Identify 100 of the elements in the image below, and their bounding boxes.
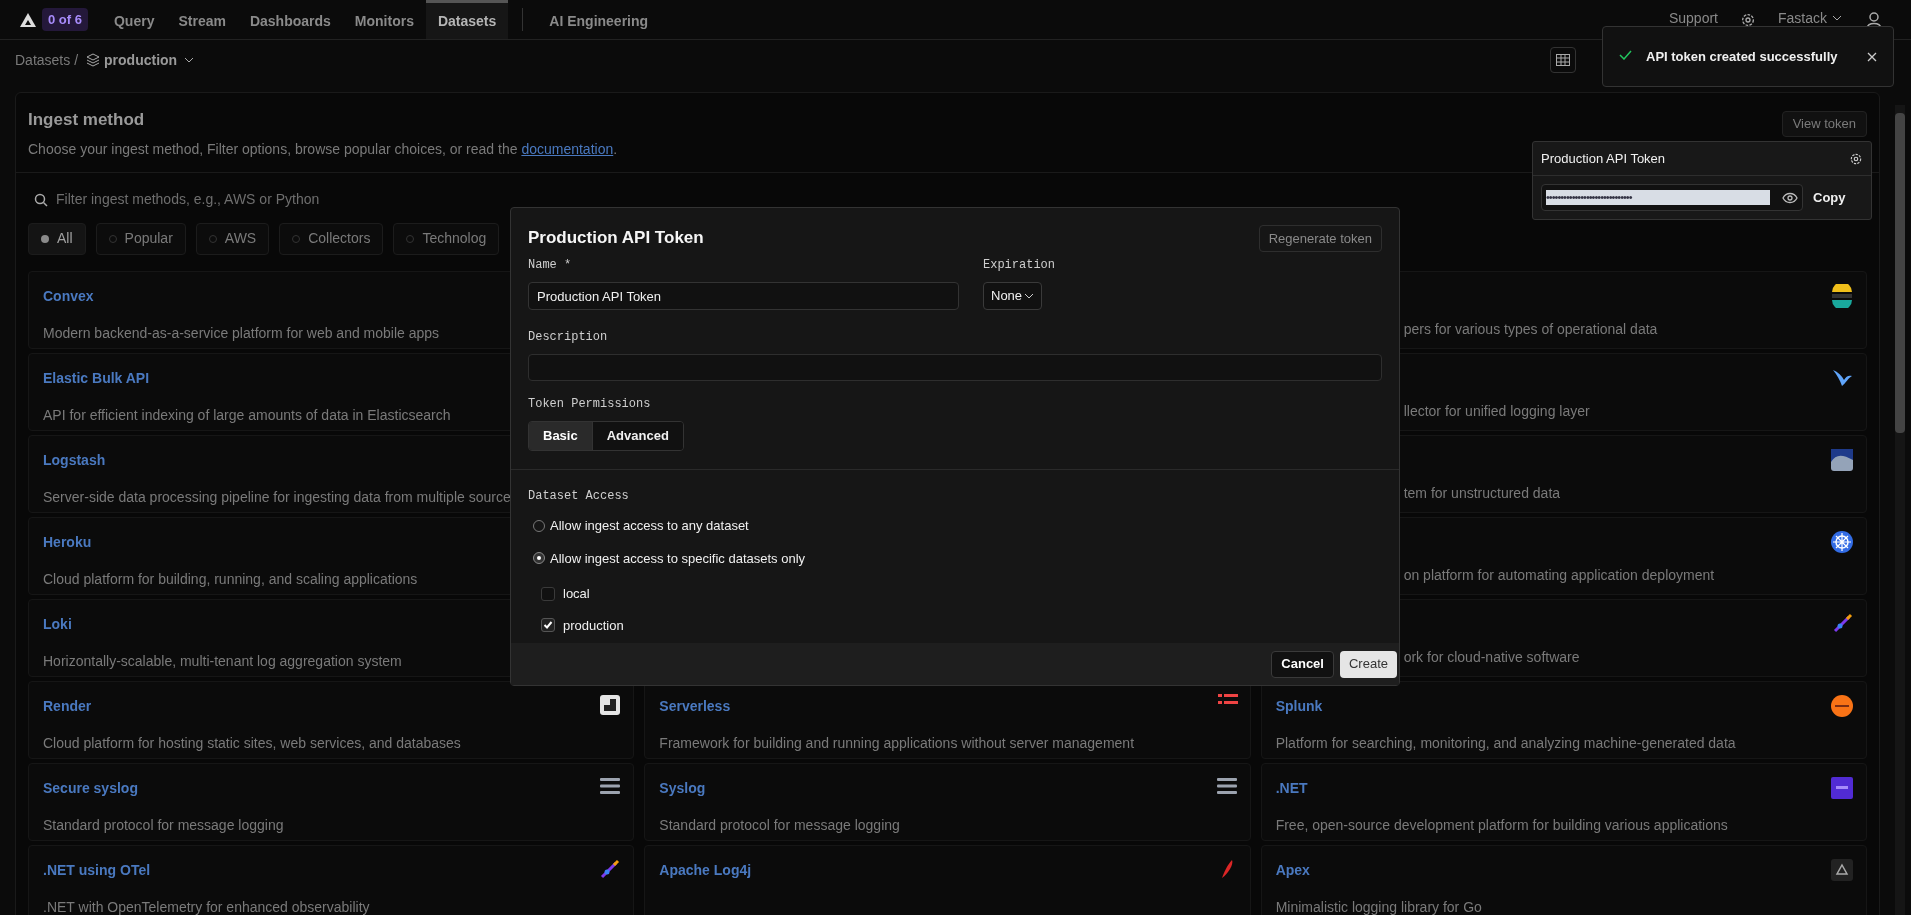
grid-view-button[interactable] [1550, 47, 1576, 73]
integration-description: tem for unstructured data [1403, 483, 1561, 503]
integration-title: Splunk [1275, 696, 1323, 716]
integration-card[interactable]: Render Cloud platform for hosting static sites, web services, and databases [28, 680, 635, 759]
integration-title: Heroku [43, 532, 92, 552]
section-title: Ingest method [28, 109, 145, 131]
search-icon [34, 192, 48, 207]
integration-title: Apache Log4j [659, 860, 752, 880]
integration-title: Logstash [43, 450, 106, 470]
integration-description: Standard protocol for message logging [659, 815, 900, 835]
integration-description: llector for unified logging layer [1403, 401, 1590, 421]
integration-description: Minimalistic logging library for Go [1275, 897, 1482, 915]
integration-description: ork for cloud-native software [1403, 647, 1580, 667]
layers-icon [86, 53, 101, 67]
filter-chip[interactable]: All [28, 222, 86, 255]
support-link[interactable]: Support [1668, 10, 1718, 25]
field-label: Dataset Access [528, 489, 629, 503]
square-icon [1830, 775, 1854, 800]
circle-icon [1830, 693, 1854, 718]
integration-card[interactable]: .NET using OTel .NET with OpenTelemetry for enhanced observability [28, 844, 635, 915]
integration-description: Standard protocol for message logging [43, 815, 284, 835]
close-icon[interactable] [1867, 52, 1877, 62]
telescope-icon [599, 857, 622, 880]
name-field[interactable]: Production API Token [528, 282, 959, 310]
trial-badge: 0 of 6 [42, 7, 88, 32]
nav-tab[interactable]: Query [101, 0, 167, 39]
description-field[interactable] [528, 354, 1382, 381]
integration-card[interactable]: Syslog Standard protocol for message logging [644, 762, 1251, 841]
field-label: Description [528, 329, 609, 346]
integration-description: Horizontally-scalable, multi-tenant log aggregation system [43, 651, 402, 671]
integration-card[interactable]: .NET Free, open-source development platform for building various applications [1260, 762, 1867, 841]
integration-title: .NET [1275, 778, 1308, 798]
account-menu[interactable]: Fastack [1778, 10, 1843, 25]
window-icon [599, 693, 622, 716]
telescope-icon [1832, 611, 1854, 634]
view-token-button[interactable]: View token [1781, 111, 1867, 137]
integration-title: Secure syslog [43, 778, 138, 798]
logo-icon[interactable] [20, 12, 36, 27]
integration-description: on platform for automating application deployment [1403, 565, 1715, 585]
integration-description: Free, open-source development platform for building various applications [1275, 815, 1728, 835]
integration-title: Loki [43, 614, 72, 634]
integration-title: Apex [1275, 860, 1310, 880]
integration-title: .NET using OTel [43, 860, 151, 880]
dialog-title: Production API Token [528, 227, 704, 249]
integration-description: Framework for building and running applications without server management [659, 733, 1135, 753]
popover-title: Production API Token [1541, 149, 1666, 168]
nav-tab[interactable]: Monitors [342, 0, 426, 39]
integration-title: Elastic Bulk API [43, 368, 150, 388]
filter-chip[interactable]: Technolog [393, 222, 500, 255]
wheel-icon [1830, 529, 1854, 554]
integration-description: Modern backend-as-a-service platform for web and mobile apps [43, 323, 440, 343]
filter-chip[interactable]: Collectors [279, 222, 384, 255]
settings-icon[interactable] [1740, 11, 1756, 28]
integration-description: Cloud platform for building, running, and scaling applications [43, 569, 418, 589]
filter-chip[interactable]: AWS [195, 222, 270, 255]
toast-message: API token created successfully [1646, 48, 1838, 66]
field-label: Expiration [983, 257, 1055, 274]
copy-button[interactable]: Copy [1813, 187, 1846, 208]
striped-circle-icon [1830, 283, 1854, 308]
filter-chip[interactable]: Popular [95, 222, 186, 255]
eye-icon[interactable] [1782, 191, 1798, 204]
settings-icon[interactable] [1849, 151, 1863, 166]
integration-card[interactable]: Apache Log4j [644, 844, 1251, 915]
integration-card[interactable]: Splunk Platform for searching, monitoring, and analyzing machine-generated data [1260, 680, 1867, 759]
nav-tab[interactable]: Dashboards [237, 0, 343, 39]
table-icon [1556, 54, 1570, 66]
integration-description: Server-side data processing pipeline for ingesting data from multiple source [43, 487, 511, 507]
integration-description: pers for various types of operational data [1403, 319, 1658, 339]
permission-tab[interactable]: Advanced [591, 422, 683, 450]
check-icon [1619, 50, 1632, 60]
integration-title: Render [43, 696, 92, 716]
image-icon [1830, 447, 1854, 472]
integration-title: Serverless [659, 696, 731, 716]
integration-description: Platform for searching, monitoring, and analyzing machine-generated data [1275, 733, 1736, 753]
permission-tab[interactable]: Basic [529, 422, 592, 450]
create-button[interactable]: Create [1339, 650, 1397, 678]
nav-tab[interactable]: Datasets [425, 0, 509, 39]
lines-icon [599, 775, 622, 796]
nav-tab[interactable]: Stream [166, 0, 238, 39]
lines-icon [1215, 775, 1238, 796]
integration-title: Syslog [659, 778, 706, 798]
check-icon [543, 620, 553, 631]
breadcrumb-link[interactable]: Datasets / [15, 49, 79, 71]
dataset-selector[interactable]: production [104, 49, 196, 71]
regenerate-token-button[interactable]: Regenerate token [1258, 225, 1382, 252]
list-icon [1217, 693, 1238, 704]
expiration-select[interactable]: None [983, 282, 1042, 310]
user-icon[interactable] [1865, 10, 1883, 29]
nav-tab[interactable]: AI Engineering [537, 0, 661, 39]
token-field[interactable]: •••••••••••••••••••••••••••••• [1541, 184, 1803, 211]
integration-description: .NET with OpenTelemetry for enhanced observability [43, 897, 370, 915]
integration-description: Cloud platform for hosting static sites, web services, and databases [43, 733, 461, 753]
scrollbar[interactable] [1895, 105, 1905, 915]
section-description: Choose your ingest method, Filter options, browse popular choices, or read the documentation. [28, 139, 618, 159]
integration-card[interactable]: Secure syslog Standard protocol for message logging [28, 762, 635, 841]
integration-description: API for efficient indexing of large amounts of data in Elasticsearch [43, 405, 451, 425]
chevron-icon [1024, 291, 1034, 301]
integration-title: Convex [43, 286, 94, 306]
integration-card[interactable]: Apex Minimalistic logging library for Go [1260, 844, 1867, 915]
cancel-button[interactable]: Cancel [1271, 650, 1334, 678]
